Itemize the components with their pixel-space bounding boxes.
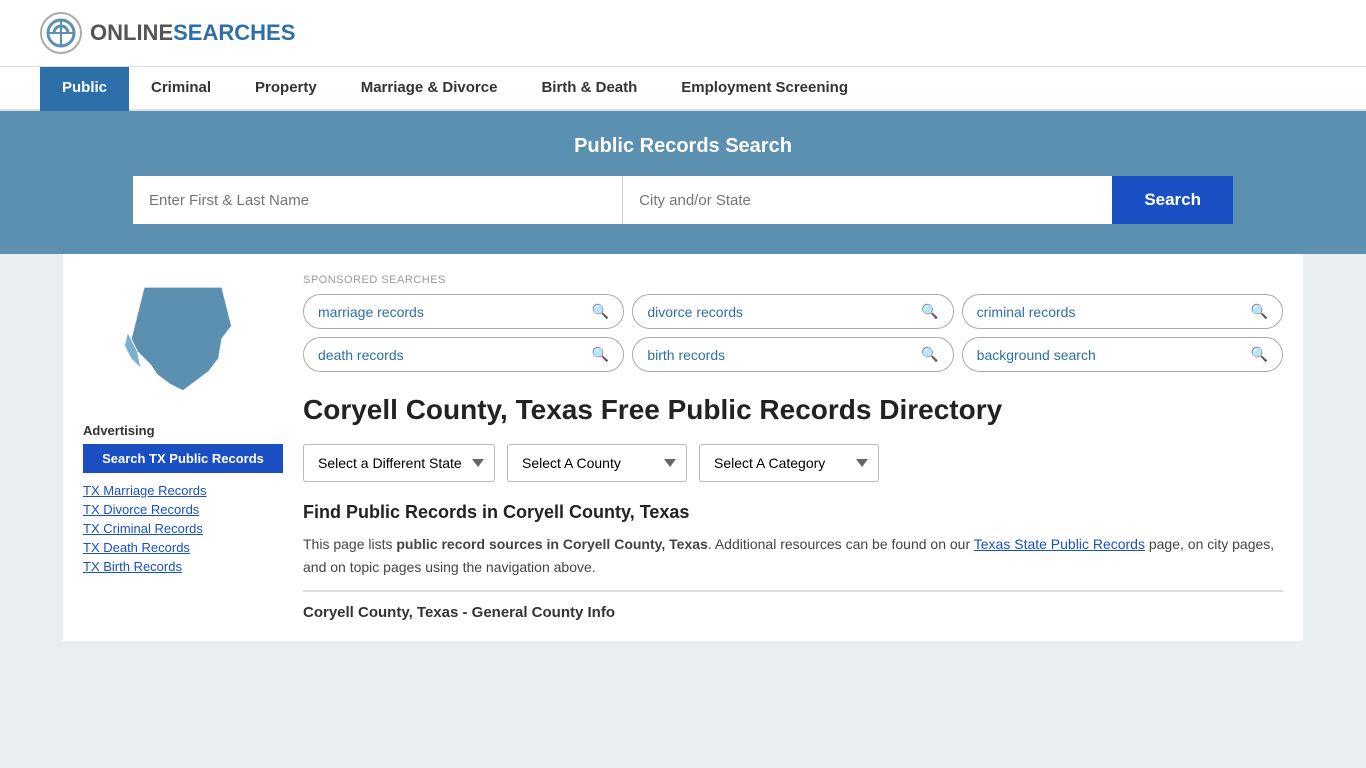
tag-divorce-label: divorce records [647,304,743,320]
nav-employment[interactable]: Employment Screening [659,67,870,111]
content-area: SPONSORED SEARCHES marriage records 🔍 di… [303,274,1283,621]
tag-background-search[interactable]: background search 🔍 [962,337,1283,372]
nav-birth-death[interactable]: Birth & Death [519,67,659,111]
desc-text-2: . Additional resources can be found on o… [708,536,974,552]
tag-divorce-records[interactable]: divorce records 🔍 [632,294,953,329]
search-tx-button[interactable]: Search TX Public Records [83,444,283,473]
page-title: Coryell County, Texas Free Public Record… [303,392,1002,428]
logo-text: ONLINESEARCHES [90,20,295,46]
header: ONLINESEARCHES [0,0,1366,67]
logo-icon [40,12,82,54]
search-icon-5: 🔍 [921,346,938,363]
state-dropdown[interactable]: Select a Different State [303,444,495,482]
logo-area: ONLINESEARCHES [40,12,295,54]
find-records-heading: Find Public Records in Coryell County, T… [303,502,1283,523]
nav-criminal[interactable]: Criminal [129,67,233,111]
find-records-section: Find Public Records in Coryell County, T… [303,502,1283,621]
search-icon-3: 🔍 [1251,303,1268,320]
nav-marriage-divorce[interactable]: Marriage & Divorce [339,67,520,111]
search-icon-1: 🔍 [592,303,609,320]
search-icon-6: 🔍 [1251,346,1268,363]
sidebar-link-criminal[interactable]: TX Criminal Records [83,521,283,536]
tag-criminal-label: criminal records [977,304,1076,320]
search-location-input[interactable] [623,176,1112,224]
logo-online: ONLINE [90,20,173,45]
search-icon-4: 🔍 [592,346,609,363]
tag-criminal-records[interactable]: criminal records 🔍 [962,294,1283,329]
search-banner-title: Public Records Search [40,135,1326,158]
tag-marriage-records[interactable]: marriage records 🔍 [303,294,624,329]
desc-text-1: This page lists [303,536,396,552]
search-banner: Public Records Search Search [0,111,1366,254]
sidebar-link-death[interactable]: TX Death Records [83,540,283,555]
texas-state-map [118,274,248,404]
dropdowns-row: Select a Different State Select A County… [303,444,1283,482]
search-form: Search [133,176,1233,224]
tag-birth-records[interactable]: birth records 🔍 [632,337,953,372]
sponsored-searches: SPONSORED SEARCHES marriage records 🔍 di… [303,274,1283,372]
nav: Public Criminal Property Marriage & Divo… [0,67,1366,111]
sponsored-label: SPONSORED SEARCHES [303,274,1283,286]
tag-death-records[interactable]: death records 🔍 [303,337,624,372]
sidebar-link-marriage[interactable]: TX Marriage Records [83,483,283,498]
nav-property[interactable]: Property [233,67,339,111]
search-name-input[interactable] [133,176,623,224]
page-heading: Coryell County, Texas Free Public Record… [303,392,1283,428]
texas-records-link[interactable]: Texas State Public Records [974,536,1145,552]
find-records-description: This page lists public record sources in… [303,533,1283,578]
county-info-heading: Coryell County, Texas - General County I… [303,590,1283,621]
main-content: Advertising Search TX Public Records TX … [63,254,1303,641]
desc-bold: public record sources in Coryell County,… [396,536,707,552]
search-button[interactable]: Search [1112,176,1233,224]
county-dropdown[interactable]: Select A County [507,444,687,482]
sidebar-link-divorce[interactable]: TX Divorce Records [83,502,283,517]
tag-marriage-label: marriage records [318,304,424,320]
logo-searches: SEARCHES [173,20,295,45]
tag-death-label: death records [318,347,404,363]
category-dropdown[interactable]: Select A Category [699,444,879,482]
sidebar: Advertising Search TX Public Records TX … [83,274,283,621]
search-icon-2: 🔍 [921,303,938,320]
nav-public[interactable]: Public [40,67,129,111]
search-tags-grid: marriage records 🔍 divorce records 🔍 cri… [303,294,1283,372]
advertising-label: Advertising [83,423,283,438]
sidebar-link-birth[interactable]: TX Birth Records [83,559,283,574]
tag-background-label: background search [977,347,1096,363]
texas-map [83,274,283,407]
tag-birth-label: birth records [647,347,725,363]
